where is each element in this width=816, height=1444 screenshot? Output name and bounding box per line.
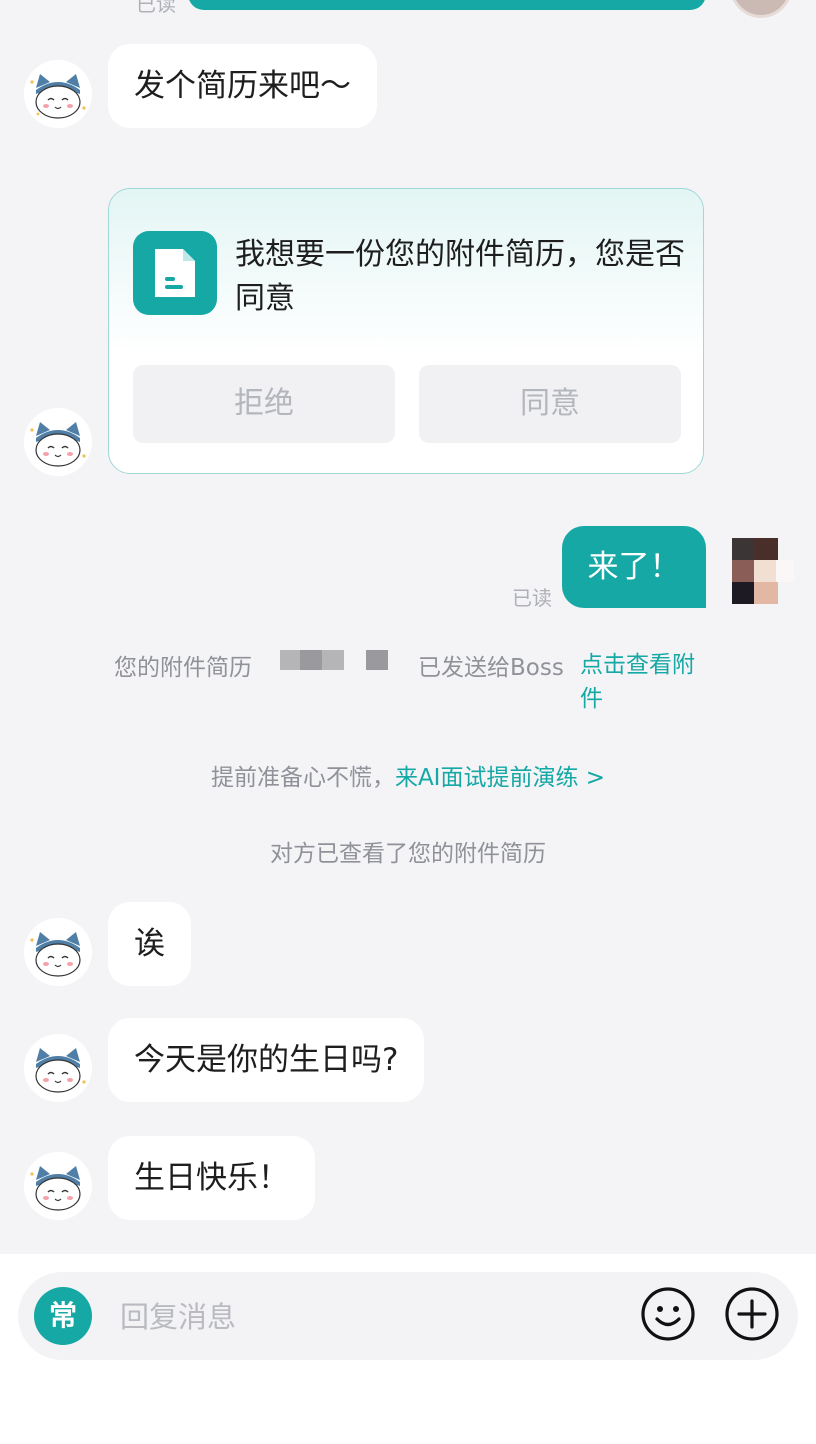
cat-avatar-icon xyxy=(24,1034,92,1102)
previous-sent-bubble[interactable] xyxy=(188,0,706,10)
resume-viewed-notice: 对方已查看了您的附件简历 xyxy=(270,841,546,867)
message-bubble[interactable]: 生日快乐！ xyxy=(108,1136,315,1220)
boss-avatar[interactable] xyxy=(24,1034,92,1102)
accept-button[interactable]: 同意 xyxy=(419,365,681,443)
view-attachment-link-text[interactable]: 点击查看附件 xyxy=(580,648,706,716)
input-box: 常 xyxy=(18,1272,798,1360)
resume-request-card: 我想要一份您的附件简历，您是否同意 拒绝 同意 xyxy=(108,188,704,474)
message-bubble[interactable]: 发个简历来吧～ xyxy=(108,44,377,128)
boss-avatar[interactable] xyxy=(24,60,92,128)
cat-avatar-icon xyxy=(24,918,92,986)
common-phrases-button[interactable]: 常 xyxy=(34,1287,92,1345)
blurred-filename xyxy=(300,650,322,670)
emoji-icon xyxy=(641,1287,695,1341)
ai-interview-notice: 提前准备心不慌，来AI面试提前演练 > xyxy=(0,758,816,792)
emoji-button[interactable] xyxy=(640,1286,696,1342)
resume-sent-notice: 您的附件简历 xyxy=(114,648,252,682)
view-attachment-link[interactable]: 点击查看附件 xyxy=(396,648,706,716)
message-bubble[interactable]: 诶 xyxy=(108,902,191,986)
input-bar: 常 xyxy=(0,1254,816,1444)
read-status: 已读 xyxy=(512,586,552,610)
card-message: 我想要一份您的附件简历，您是否同意 xyxy=(235,237,685,316)
cat-avatar-icon xyxy=(24,60,92,128)
my-message-bubble[interactable]: 来了！ xyxy=(562,526,706,608)
cat-avatar-icon xyxy=(24,1152,92,1220)
ai-interview-link[interactable]: 来AI面试提前演练 > xyxy=(395,765,605,791)
chat-screen: 已读 发个简历来吧～ 我想要一份您的附件简历，您是否同意 拒绝 同意 已读 来了… xyxy=(0,0,816,1444)
my-avatar[interactable] xyxy=(726,538,798,604)
more-button[interactable] xyxy=(724,1286,780,1342)
ai-interview-prefix: 提前准备心不慌， xyxy=(210,765,395,791)
reply-input[interactable] xyxy=(118,1294,622,1340)
plus-icon xyxy=(725,1287,779,1341)
reject-button[interactable]: 拒绝 xyxy=(133,365,395,443)
blurred-filename xyxy=(366,650,388,670)
boss-avatar[interactable] xyxy=(24,408,92,476)
cat-avatar-icon xyxy=(24,408,92,476)
my-avatar[interactable] xyxy=(730,0,792,18)
boss-avatar[interactable] xyxy=(24,1152,92,1220)
document-icon xyxy=(133,231,217,315)
message-bubble[interactable]: 今天是你的生日吗? xyxy=(108,1018,425,1102)
read-status: 已读 xyxy=(136,0,176,16)
boss-avatar[interactable] xyxy=(24,918,92,986)
resume-sent-prefix: 您的附件简历 xyxy=(114,655,252,681)
